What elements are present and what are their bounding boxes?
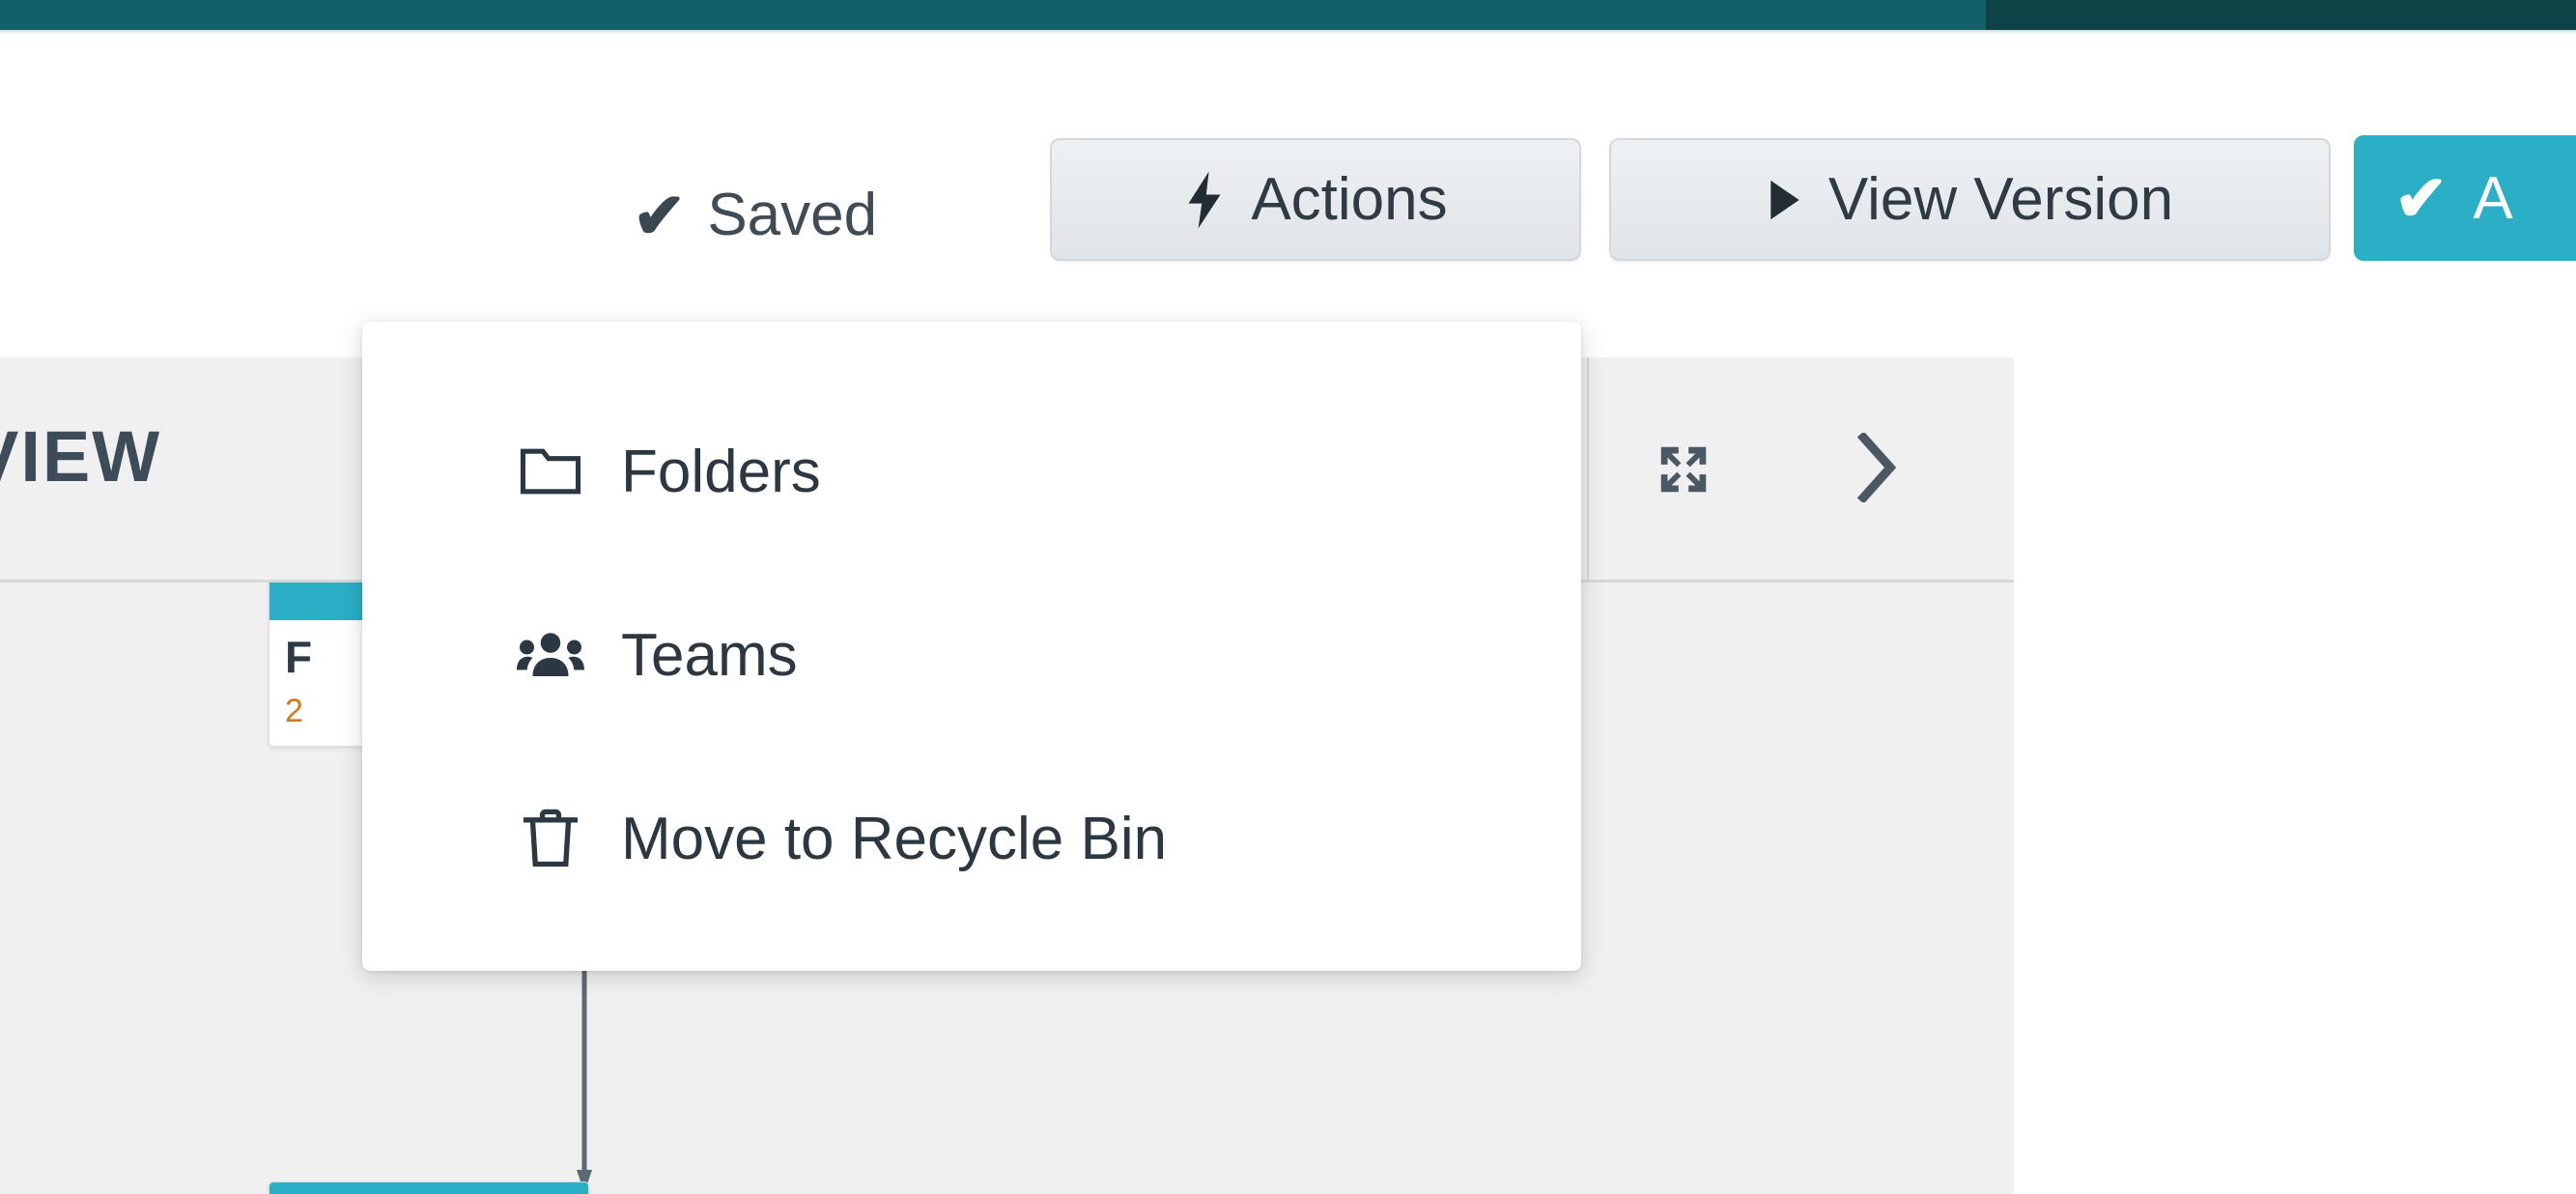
app-bar-right-segment	[1986, 0, 2576, 30]
menu-item-label: Folders	[621, 438, 821, 505]
expand-arrows-icon[interactable]	[1654, 440, 1713, 503]
panel-vertical-divider	[1587, 357, 1589, 580]
approve-button-label: A	[2473, 164, 2513, 232]
actions-button-label: Actions	[1251, 166, 1448, 233]
check-icon: ✔	[633, 180, 687, 251]
toolbar: ✔ Saved Actions View Version ✔ A	[0, 34, 2576, 357]
check-icon: ✔	[2394, 162, 2449, 234]
approve-button[interactable]: ✔ A	[2354, 135, 2576, 261]
menu-item-folders[interactable]: Folders	[362, 380, 1581, 563]
menu-item-teams[interactable]: Teams	[362, 563, 1581, 747]
trash-icon	[517, 809, 584, 868]
menu-item-label: Move to Recycle Bin	[621, 805, 1168, 872]
menu-item-move-to-recycle-bin[interactable]: Move to Recycle Bin	[362, 747, 1581, 930]
view-version-button[interactable]: View Version	[1609, 138, 2331, 261]
actions-button[interactable]: Actions	[1050, 138, 1581, 261]
bolt-icon	[1183, 170, 1226, 230]
flow-connector-arrow	[577, 969, 592, 1193]
actions-dropdown-menu: Folders Teams Move to Recycle Bin	[362, 322, 1581, 971]
page-title: VIEW	[0, 416, 162, 497]
saved-status: ✔ Saved	[633, 184, 877, 247]
folder-icon	[517, 445, 584, 498]
app-bar	[0, 0, 2576, 30]
app-bar-left-segment	[0, 0, 1986, 30]
menu-item-label: Teams	[621, 621, 798, 689]
view-version-button-label: View Version	[1827, 166, 2174, 233]
card-accent-bar	[269, 1182, 588, 1194]
chevron-right-icon[interactable]	[1850, 431, 1906, 506]
saved-status-label: Saved	[707, 182, 878, 248]
flow-card[interactable]	[269, 1181, 589, 1194]
play-triangle-icon	[1767, 179, 1803, 221]
users-icon	[517, 629, 584, 681]
